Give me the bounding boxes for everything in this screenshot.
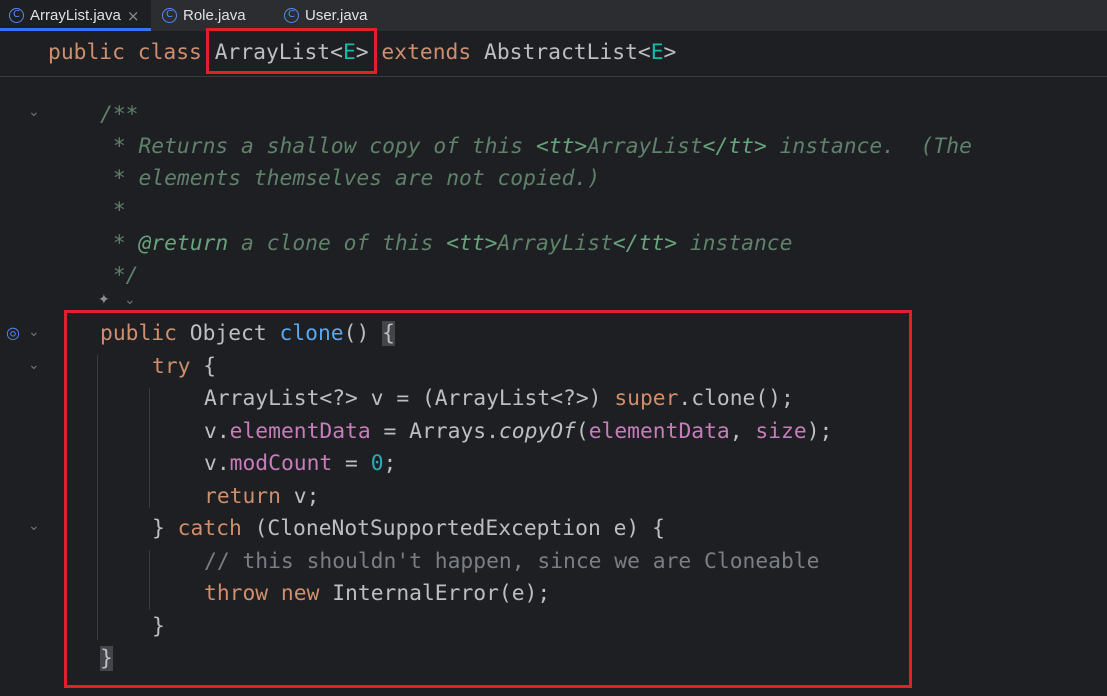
code-text: (	[575, 419, 589, 444]
field-name: elementData	[588, 419, 730, 444]
angle-bracket: <	[637, 40, 651, 65]
override-method-icon[interactable]: ◎	[6, 323, 20, 342]
fold-chevron-icon[interactable]: ⌄	[28, 324, 40, 340]
type-parameter: E	[650, 40, 664, 65]
keyword: class	[137, 40, 202, 65]
keyword: public	[100, 321, 177, 346]
tab-arraylist-java[interactable]: C ArrayList.java ×	[0, 0, 151, 31]
doc-text: a clone of this	[228, 231, 447, 256]
code-text: =	[332, 451, 371, 476]
class-icon: C	[284, 8, 299, 23]
doc-tag: @return	[138, 231, 229, 256]
class-icon: C	[162, 8, 177, 23]
doc-tag: <tt>	[535, 134, 588, 159]
class-icon: C	[9, 8, 24, 23]
keyword: return	[204, 484, 281, 509]
code-text: );	[806, 419, 833, 444]
editor-tab-bar: C ArrayList.java × C Role.java C User.ja…	[0, 0, 1107, 32]
sticky-class-header: public class ArrayList<E> extends Abstra…	[0, 32, 1107, 77]
fold-chevron-icon[interactable]: ⌄	[124, 292, 136, 308]
doc-text: instance. (The	[766, 134, 972, 159]
keyword: extends	[381, 40, 472, 65]
javadoc-close: */	[100, 263, 139, 288]
static-method-name: copyOf	[498, 419, 576, 444]
fold-chevron-icon[interactable]: ⌄	[28, 104, 40, 120]
field-name: size	[755, 419, 807, 444]
tab-label: ArrayList.java	[30, 7, 121, 24]
doc-text: *	[100, 231, 139, 256]
indent-guide	[149, 388, 150, 508]
code-line[interactable]: ArrayList<?> v = (ArrayList<?>) super.cl…	[204, 383, 794, 415]
keyword: public	[48, 40, 125, 65]
line-comment[interactable]: // this shouldn't happen, since we are C…	[204, 546, 819, 578]
doc-text: ArrayList	[497, 231, 613, 256]
fold-chevron-icon[interactable]: ⌄	[28, 357, 40, 373]
type-parameter: E	[342, 40, 356, 65]
code-text: ;	[383, 451, 397, 476]
superclass-name: AbstractList	[484, 40, 638, 65]
doc-text: instance	[677, 231, 793, 256]
matched-brace: {	[382, 321, 395, 346]
tab-role-java[interactable]: C Role.java	[162, 0, 246, 31]
return-type: Object	[176, 321, 280, 346]
close-icon[interactable]: ×	[127, 7, 140, 25]
javadoc-open: /**	[100, 102, 139, 127]
field-name: elementData	[229, 419, 371, 444]
code-line[interactable]: try {	[152, 351, 216, 383]
doc-tag: <tt>	[446, 231, 498, 256]
doc-tag: </tt>	[612, 231, 678, 256]
code-text: ,	[729, 419, 756, 444]
code-text: = Arrays.	[370, 419, 499, 444]
code-line[interactable]: }	[100, 643, 113, 675]
class-name: ArrayList	[214, 40, 331, 65]
code-text: .clone();	[678, 386, 794, 411]
tab-user-java[interactable]: C User.java	[284, 0, 368, 31]
code-text: (CloneNotSupportedException e) {	[241, 516, 665, 541]
doc-text: * Returns a shallow copy of this	[100, 134, 536, 159]
doc-text: ArrayList	[587, 134, 703, 159]
class-declaration[interactable]: public class ArrayList<E> extends Abstra…	[48, 37, 676, 69]
code-text: ArrayList<?> v = (ArrayList<?>)	[204, 386, 615, 411]
tab-label: Role.java	[183, 7, 246, 24]
fold-chevron-icon[interactable]: ⌄	[28, 518, 40, 534]
matched-brace: }	[100, 646, 113, 671]
code-text: v.	[204, 451, 230, 476]
keyword: super	[614, 386, 679, 411]
indent-guide	[97, 355, 98, 640]
parens: ()	[343, 321, 383, 346]
keyword: throw	[204, 581, 269, 606]
angle-bracket: <	[330, 40, 343, 65]
angle-bracket: >	[663, 40, 677, 65]
method-signature-line[interactable]: public Object clone() {	[100, 318, 395, 350]
code-line[interactable]: return v;	[204, 481, 319, 513]
doc-tag: </tt>	[702, 134, 767, 159]
keyword: try	[152, 354, 191, 379]
indent-guide	[149, 550, 150, 610]
javadoc-line: *	[100, 198, 126, 223]
code-text: v;	[280, 484, 320, 509]
code-line[interactable]: }	[152, 611, 165, 643]
ai-assistant-icon[interactable]: ✦	[98, 292, 110, 308]
javadoc-line: * Returns a shallow copy of this <tt>Arr…	[100, 131, 972, 163]
javadoc-line: * elements themselves are not copied.)	[100, 166, 601, 191]
code-line[interactable]: } catch (CloneNotSupportedException e) {	[152, 513, 665, 545]
number-literal: 0	[370, 451, 384, 476]
angle-bracket: >	[355, 40, 369, 65]
tab-label: User.java	[305, 7, 368, 24]
javadoc-line: * @return a clone of this <tt>ArrayList<…	[100, 228, 793, 260]
keyword: catch	[177, 516, 242, 541]
code-line[interactable]: throw new InternalError(e);	[204, 578, 550, 610]
code-line[interactable]: v.elementData = Arrays.copyOf(elementDat…	[204, 416, 832, 448]
method-name: clone	[279, 321, 344, 346]
code-text: InternalError(e);	[319, 581, 551, 606]
code-text: v.	[204, 419, 230, 444]
code-text: }	[152, 516, 178, 541]
keyword: new	[268, 581, 320, 606]
field-name: modCount	[229, 451, 333, 476]
code-text: {	[190, 354, 217, 379]
code-line[interactable]: v.modCount = 0;	[204, 448, 396, 480]
